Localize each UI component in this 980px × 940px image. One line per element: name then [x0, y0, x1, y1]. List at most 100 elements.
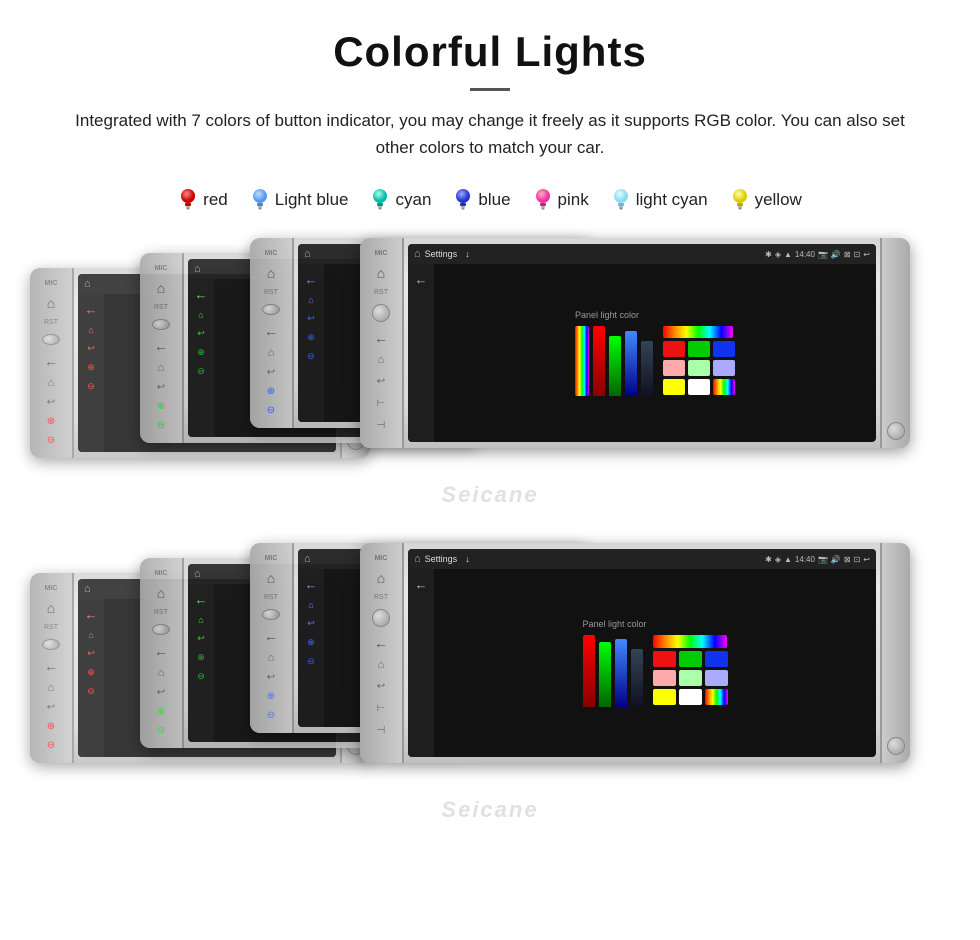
bulb-icon-red [178, 187, 198, 213]
home-main2[interactable]: ⌂ [377, 570, 385, 586]
undo-2c[interactable]: ↩ [264, 672, 278, 683]
swatch-rainbow-top2[interactable] [653, 635, 727, 648]
swatch-blue2[interactable] [713, 341, 735, 357]
color-bars-display [575, 326, 653, 396]
minus-btn[interactable]: ⊖ [44, 435, 58, 446]
home2-btn-c[interactable]: ⌂ [268, 347, 275, 359]
swatch-lightgreen[interactable] [688, 360, 710, 376]
power-2b[interactable] [152, 624, 170, 635]
mic-label-b: MIC [155, 265, 168, 272]
back-2b[interactable]: ← [154, 643, 168, 659]
home2-2a[interactable]: ⌂ [48, 682, 55, 694]
swatch-yellow2[interactable] [663, 379, 685, 395]
swatch-rainbow-top[interactable] [663, 326, 733, 338]
swatch-rainbow3[interactable] [705, 689, 728, 705]
home-btn-c[interactable]: ⌂ [267, 265, 275, 281]
power-btn[interactable] [42, 334, 60, 345]
swatch-pink3[interactable] [653, 670, 676, 686]
color-item-yellow: yellow [730, 187, 802, 213]
back-main[interactable]: ← [374, 330, 388, 346]
minus-2b[interactable]: ⊖ [154, 725, 168, 736]
undo-2b[interactable]: ↩ [154, 687, 168, 698]
power-btn-c[interactable] [262, 304, 280, 315]
screen-time2: 14:40 [795, 555, 815, 564]
device-group-1: MIC ⌂ RST ← ⌂ ↩ ⊕ ⊖ ⌂ ← [0, 233, 980, 528]
swatch-red[interactable] [663, 341, 685, 357]
minus-btn-c[interactable]: ⊖ [264, 405, 278, 416]
prev-main2[interactable]: ⊢ [374, 701, 388, 715]
home2-btn[interactable]: ⌂ [48, 377, 55, 389]
bar-dark [641, 341, 653, 396]
plus-2a[interactable]: ⊕ [44, 721, 58, 732]
left-bar-1b: MIC ⌂ RST ← ⌂ ↩ ⊕ ⊖ [140, 253, 184, 443]
plus-btn-b[interactable]: ⊕ [154, 401, 168, 412]
swatch-green2[interactable] [679, 651, 702, 667]
back-2a[interactable]: ← [44, 658, 58, 674]
home2-2c[interactable]: ⌂ [268, 652, 275, 664]
description-text: Integrated with 7 colors of button indic… [60, 107, 920, 161]
home-2c[interactable]: ⌂ [267, 570, 275, 586]
home2-btn-b[interactable]: ⌂ [158, 362, 165, 374]
next-main2[interactable]: ⊣ [374, 723, 388, 737]
prev-main[interactable]: ⊢ [374, 396, 388, 410]
minus-2c[interactable]: ⊖ [264, 710, 278, 721]
power-main[interactable] [372, 304, 390, 322]
device-unit-main2: MIC ⌂ RST ← ⌂ ↩ ⊢ ⊣ ⌂ Settings ↓ [360, 543, 910, 763]
back-btn[interactable]: ← [44, 353, 58, 369]
undo-btn-c[interactable]: ↩ [264, 367, 278, 378]
home-btn[interactable]: ⌂ [47, 295, 55, 311]
power-2c[interactable] [262, 609, 280, 620]
back-btn-c[interactable]: ← [264, 323, 278, 339]
back-btn-b[interactable]: ← [154, 338, 168, 354]
minus-2a[interactable]: ⊖ [44, 740, 58, 751]
undo-btn-b[interactable]: ↩ [154, 382, 168, 393]
bar-red [593, 326, 605, 396]
home-2b[interactable]: ⌂ [157, 585, 165, 601]
swatch-green[interactable] [688, 341, 710, 357]
plus-btn-c[interactable]: ⊕ [264, 386, 278, 397]
undo-btn[interactable]: ↩ [44, 397, 58, 408]
right-knob-main[interactable] [887, 422, 905, 440]
back-main2[interactable]: ← [374, 635, 388, 651]
swatch-lb3[interactable] [705, 670, 728, 686]
bulb-icon-blue [453, 187, 473, 213]
bulb-icon-lightblue [250, 187, 270, 213]
swatch-lightblue2[interactable] [713, 360, 735, 376]
plus-2b[interactable]: ⊕ [154, 706, 168, 717]
undo-main2[interactable]: ↩ [374, 679, 388, 693]
plus-btn[interactable]: ⊕ [44, 416, 58, 427]
power-main2[interactable] [372, 609, 390, 627]
swatch-blue3[interactable] [705, 651, 728, 667]
plus-2c[interactable]: ⊕ [264, 691, 278, 702]
left-bar-main: MIC ⌂ RST ← ⌂ ↩ ⊢ ⊣ [360, 238, 404, 448]
home-main[interactable]: ⌂ [377, 265, 385, 281]
right-bar-main2 [880, 543, 910, 763]
minus-btn-b[interactable]: ⊖ [154, 420, 168, 431]
left-bar-2a: MIC ⌂ RST ← ⌂ ↩ ⊕ ⊖ [30, 573, 74, 763]
screen-center-main: Panel light color [434, 264, 876, 442]
swatch-white2[interactable] [679, 689, 702, 705]
undo-main[interactable]: ↩ [374, 374, 388, 388]
swatch-rainbow2[interactable] [713, 379, 735, 395]
home-2a[interactable]: ⌂ [47, 600, 55, 616]
swatch-pink2[interactable] [663, 360, 685, 376]
screen-body-main2: ← Panel light color [408, 569, 876, 757]
color-label-blue: blue [478, 190, 510, 210]
swatch-lg2[interactable] [679, 670, 702, 686]
back-2c[interactable]: ← [264, 628, 278, 644]
home-btn-b[interactable]: ⌂ [157, 280, 165, 296]
home2-2b[interactable]: ⌂ [158, 667, 165, 679]
home2-main[interactable]: ⌂ [378, 354, 385, 366]
swatch-red2[interactable] [653, 651, 676, 667]
rst-label: RST [44, 319, 58, 326]
bar-blue [625, 331, 637, 396]
undo-2a[interactable]: ↩ [44, 702, 58, 713]
power-2a[interactable] [42, 639, 60, 650]
swatch-white[interactable] [688, 379, 710, 395]
swatch-yellow3[interactable] [653, 689, 676, 705]
home2-main2[interactable]: ⌂ [378, 659, 385, 671]
next-main[interactable]: ⊣ [374, 418, 388, 432]
power-btn-b[interactable] [152, 319, 170, 330]
right-knob-main2[interactable] [887, 737, 905, 755]
color-label-lightcyan: light cyan [636, 190, 708, 210]
